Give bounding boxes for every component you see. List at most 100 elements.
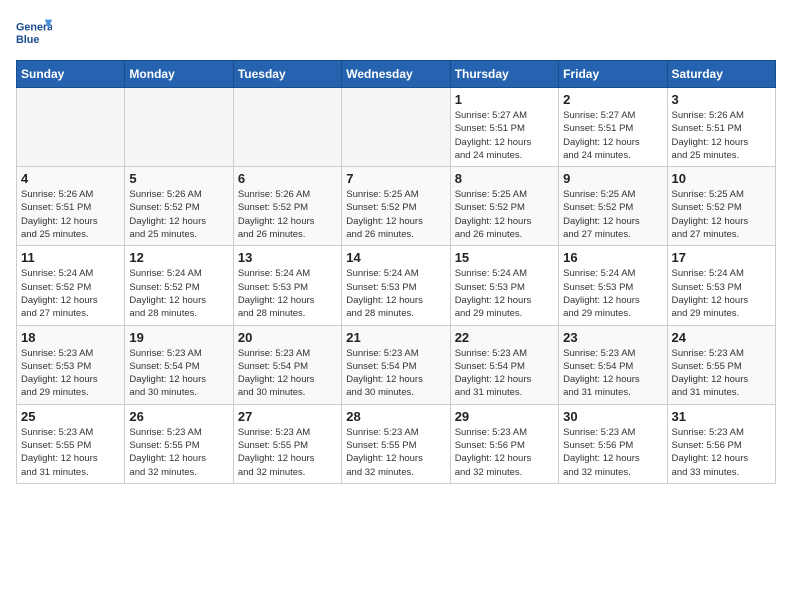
column-header-wednesday: Wednesday — [342, 61, 450, 88]
day-detail: Sunrise: 5:26 AM Sunset: 5:52 PM Dayligh… — [129, 188, 228, 241]
calendar-cell: 13Sunrise: 5:24 AM Sunset: 5:53 PM Dayli… — [233, 246, 341, 325]
day-detail: Sunrise: 5:26 AM Sunset: 5:52 PM Dayligh… — [238, 188, 337, 241]
day-number: 20 — [238, 330, 337, 345]
calendar-week-row: 25 Sunrise: 5:23 AM Sunset: 5:55 PM Dayli… — [17, 404, 776, 483]
calendar-cell: 4 Sunrise: 5:26 AM Sunset: 5:51 PM Daylig… — [17, 167, 125, 246]
calendar-cell — [17, 88, 125, 167]
calendar-cell — [125, 88, 233, 167]
calendar-cell: 7 Sunrise: 5:25 AM Sunset: 5:52 PM Daylig… — [342, 167, 450, 246]
day-number: 29 — [455, 409, 554, 424]
day-number: 10 — [672, 171, 771, 186]
day-detail: Sunrise: 5:24 AM Sunset: 5:53 PM Dayligh… — [346, 267, 445, 320]
calendar-cell: 20 Sunrise: 5:23 AM Sunset: 5:54 PM Dayli… — [233, 325, 341, 404]
day-detail: Sunrise: 5:25 AM Sunset: 5:52 PM Dayligh… — [455, 188, 554, 241]
calendar-cell: 29 Sunrise: 5:23 AM Sunset: 5:56 PM Dayli… — [450, 404, 558, 483]
day-detail: Sunrise: 5:23 AM Sunset: 5:55 PM Dayligh… — [238, 426, 337, 479]
day-number: 30 — [563, 409, 662, 424]
calendar-cell: 15Sunrise: 5:24 AM Sunset: 5:53 PM Dayli… — [450, 246, 558, 325]
day-number: 5 — [129, 171, 228, 186]
calendar-cell: 31Sunrise: 5:23 AM Sunset: 5:56 PM Dayli… — [667, 404, 775, 483]
day-detail: Sunrise: 5:24 AM Sunset: 5:52 PM Dayligh… — [129, 267, 228, 320]
day-number: 4 — [21, 171, 120, 186]
calendar-cell: 3 Sunrise: 5:26 AM Sunset: 5:51 PM Daylig… — [667, 88, 775, 167]
day-detail: Sunrise: 5:23 AM Sunset: 5:54 PM Dayligh… — [563, 347, 662, 400]
day-number: 11 — [21, 250, 120, 265]
day-number: 3 — [672, 92, 771, 107]
day-number: 14 — [346, 250, 445, 265]
calendar-week-row: 1 Sunrise: 5:27 AM Sunset: 5:51 PM Daylig… — [17, 88, 776, 167]
day-detail: Sunrise: 5:26 AM Sunset: 5:51 PM Dayligh… — [21, 188, 120, 241]
calendar-cell: 2 Sunrise: 5:27 AM Sunset: 5:51 PM Daylig… — [559, 88, 667, 167]
day-detail: Sunrise: 5:23 AM Sunset: 5:55 PM Dayligh… — [346, 426, 445, 479]
calendar-cell: 17Sunrise: 5:24 AM Sunset: 5:53 PM Dayli… — [667, 246, 775, 325]
calendar-cell: 25 Sunrise: 5:23 AM Sunset: 5:55 PM Dayli… — [17, 404, 125, 483]
day-number: 28 — [346, 409, 445, 424]
calendar-cell: 30 Sunrise: 5:23 AM Sunset: 5:56 PM Dayli… — [559, 404, 667, 483]
calendar-cell: 27Sunrise: 5:23 AM Sunset: 5:55 PM Dayli… — [233, 404, 341, 483]
calendar-cell: 12 Sunrise: 5:24 AM Sunset: 5:52 PM Dayli… — [125, 246, 233, 325]
day-number: 18 — [21, 330, 120, 345]
day-detail: Sunrise: 5:24 AM Sunset: 5:53 PM Dayligh… — [238, 267, 337, 320]
day-detail: Sunrise: 5:23 AM Sunset: 5:55 PM Dayligh… — [21, 426, 120, 479]
calendar-cell: 23 Sunrise: 5:23 AM Sunset: 5:54 PM Dayli… — [559, 325, 667, 404]
day-detail: Sunrise: 5:25 AM Sunset: 5:52 PM Dayligh… — [563, 188, 662, 241]
day-number: 6 — [238, 171, 337, 186]
day-number: 15 — [455, 250, 554, 265]
day-detail: Sunrise: 5:24 AM Sunset: 5:52 PM Dayligh… — [21, 267, 120, 320]
column-header-tuesday: Tuesday — [233, 61, 341, 88]
day-number: 1 — [455, 92, 554, 107]
day-number: 7 — [346, 171, 445, 186]
day-detail: Sunrise: 5:23 AM Sunset: 5:54 PM Dayligh… — [346, 347, 445, 400]
day-detail: Sunrise: 5:23 AM Sunset: 5:53 PM Dayligh… — [21, 347, 120, 400]
day-number: 26 — [129, 409, 228, 424]
day-number: 12 — [129, 250, 228, 265]
day-detail: Sunrise: 5:23 AM Sunset: 5:55 PM Dayligh… — [129, 426, 228, 479]
column-header-thursday: Thursday — [450, 61, 558, 88]
day-detail: Sunrise: 5:23 AM Sunset: 5:56 PM Dayligh… — [563, 426, 662, 479]
calendar-cell: 11 Sunrise: 5:24 AM Sunset: 5:52 PM Dayli… — [17, 246, 125, 325]
day-number: 25 — [21, 409, 120, 424]
day-number: 24 — [672, 330, 771, 345]
day-number: 21 — [346, 330, 445, 345]
calendar-cell: 22Sunrise: 5:23 AM Sunset: 5:54 PM Dayli… — [450, 325, 558, 404]
calendar-cell: 9 Sunrise: 5:25 AM Sunset: 5:52 PM Daylig… — [559, 167, 667, 246]
day-detail: Sunrise: 5:23 AM Sunset: 5:56 PM Dayligh… — [455, 426, 554, 479]
calendar-header-row: SundayMondayTuesdayWednesdayThursdayFrid… — [17, 61, 776, 88]
day-number: 9 — [563, 171, 662, 186]
day-detail: Sunrise: 5:23 AM Sunset: 5:54 PM Dayligh… — [238, 347, 337, 400]
day-number: 16 — [563, 250, 662, 265]
calendar-cell: 5 Sunrise: 5:26 AM Sunset: 5:52 PM Daylig… — [125, 167, 233, 246]
day-number: 22 — [455, 330, 554, 345]
calendar-cell — [233, 88, 341, 167]
column-header-saturday: Saturday — [667, 61, 775, 88]
day-detail: Sunrise: 5:27 AM Sunset: 5:51 PM Dayligh… — [563, 109, 662, 162]
calendar-cell: 18 Sunrise: 5:23 AM Sunset: 5:53 PM Dayli… — [17, 325, 125, 404]
day-detail: Sunrise: 5:25 AM Sunset: 5:52 PM Dayligh… — [672, 188, 771, 241]
day-detail: Sunrise: 5:23 AM Sunset: 5:54 PM Dayligh… — [129, 347, 228, 400]
day-detail: Sunrise: 5:26 AM Sunset: 5:51 PM Dayligh… — [672, 109, 771, 162]
logo: General Blue — [16, 16, 52, 52]
calendar-cell: 24 Sunrise: 5:23 AM Sunset: 5:55 PM Dayli… — [667, 325, 775, 404]
day-detail: Sunrise: 5:23 AM Sunset: 5:56 PM Dayligh… — [672, 426, 771, 479]
logo-icon: General Blue — [16, 16, 52, 52]
day-number: 2 — [563, 92, 662, 107]
calendar-cell: 21 Sunrise: 5:23 AM Sunset: 5:54 PM Dayli… — [342, 325, 450, 404]
day-detail: Sunrise: 5:23 AM Sunset: 5:55 PM Dayligh… — [672, 347, 771, 400]
column-header-friday: Friday — [559, 61, 667, 88]
day-detail: Sunrise: 5:25 AM Sunset: 5:52 PM Dayligh… — [346, 188, 445, 241]
day-number: 19 — [129, 330, 228, 345]
calendar-cell: 26 Sunrise: 5:23 AM Sunset: 5:55 PM Dayli… — [125, 404, 233, 483]
day-detail: Sunrise: 5:24 AM Sunset: 5:53 PM Dayligh… — [563, 267, 662, 320]
page-header: General Blue — [16, 16, 776, 52]
calendar-cell: 8 Sunrise: 5:25 AM Sunset: 5:52 PM Daylig… — [450, 167, 558, 246]
calendar-week-row: 4 Sunrise: 5:26 AM Sunset: 5:51 PM Daylig… — [17, 167, 776, 246]
day-number: 8 — [455, 171, 554, 186]
calendar-cell — [342, 88, 450, 167]
calendar-table: SundayMondayTuesdayWednesdayThursdayFrid… — [16, 60, 776, 484]
day-detail: Sunrise: 5:27 AM Sunset: 5:51 PM Dayligh… — [455, 109, 554, 162]
day-number: 23 — [563, 330, 662, 345]
day-detail: Sunrise: 5:24 AM Sunset: 5:53 PM Dayligh… — [672, 267, 771, 320]
column-header-monday: Monday — [125, 61, 233, 88]
column-header-sunday: Sunday — [17, 61, 125, 88]
calendar-cell: 14 Sunrise: 5:24 AM Sunset: 5:53 PM Dayli… — [342, 246, 450, 325]
